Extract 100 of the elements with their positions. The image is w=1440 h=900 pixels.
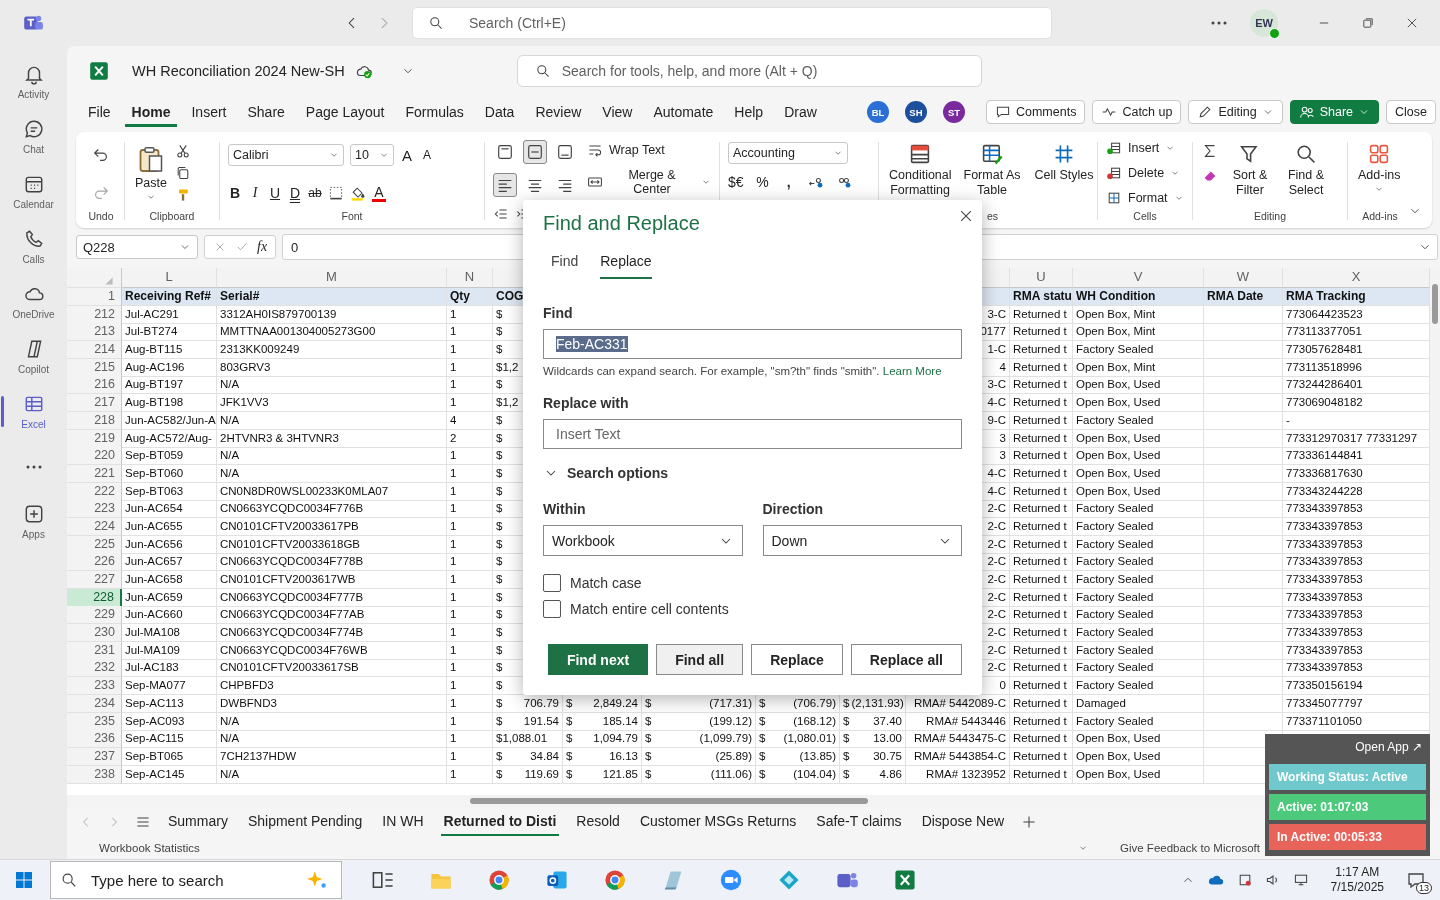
table-cell: $ (104.04) — [756, 765, 840, 784]
column-header: RMA Date — [1204, 288, 1283, 306]
column-header: Serial# — [217, 288, 447, 306]
table-cell: N/A — [217, 730, 447, 749]
table-cell: CN0101CFTV20033618GB — [217, 535, 447, 554]
table-cell: Returned t — [1010, 535, 1073, 554]
table-cell: N/A — [217, 376, 447, 395]
table-cell: $ 30.75 — [840, 747, 906, 766]
table-cell: 803GRV3 — [217, 358, 447, 377]
column-header: RMA Tracking — [1283, 288, 1430, 306]
table-cell: Open Box, Mint — [1073, 323, 1204, 342]
table-cell: $1,088.01 — [493, 730, 563, 749]
status-banner: Working Status: Active — [1269, 764, 1426, 790]
table-cell: $ 191.54 — [493, 712, 563, 731]
table-cell: Factory Sealed — [1073, 571, 1204, 589]
table-cell: 1 — [447, 482, 493, 501]
table-cell: 4 — [447, 411, 493, 430]
table-cell: Returned t — [1010, 429, 1073, 448]
table-cell: Returned t — [1010, 447, 1073, 466]
table-cell: Returned t — [1010, 747, 1073, 766]
column-header: WH Condition — [1073, 288, 1204, 306]
table-cell: Returned t — [1010, 624, 1073, 643]
table-cell: $ 185.14 — [563, 712, 642, 731]
table-cell: 1 — [447, 447, 493, 466]
table-cell: Jul-AC291 — [122, 305, 217, 324]
table-cell: Jul-MA109 — [122, 641, 217, 660]
table-cell: Sep-BT060 — [122, 464, 217, 483]
table-cell: DWBFND3 — [217, 694, 447, 713]
group-label: Editing — [1252, 210, 1288, 224]
column-header: Qty — [447, 288, 493, 306]
column-header: RMA statu — [1010, 288, 1073, 306]
table-cell: Open Box, Used — [1073, 376, 1204, 395]
table-cell: Factory Sealed — [1073, 500, 1204, 519]
table-cell: Aug-BT198 — [122, 394, 217, 413]
table-cell: Returned t — [1010, 659, 1073, 678]
table-cell: 1 — [447, 464, 493, 483]
table-cell: Sep-AC145 — [122, 765, 217, 784]
table-cell: JFK1VV3 — [217, 394, 447, 413]
table-cell: 1 — [447, 694, 493, 713]
table-cell: Aug-BT197 — [122, 376, 217, 395]
table-cell: 2 — [447, 429, 493, 448]
table-cell: Sep-AC093 — [122, 712, 217, 731]
table-cell: Factory Sealed — [1073, 677, 1204, 696]
dialog-title: Find and Replace — [543, 212, 701, 235]
table-cell: 1 — [447, 358, 493, 377]
table-cell: RMA# 5443854-C — [906, 747, 1010, 766]
group-label: Font — [340, 210, 364, 224]
table-cell: Sep-BT063 — [122, 482, 217, 501]
table-cell: Returned t — [1010, 394, 1073, 413]
table-cell: MMTTNAA001304005273G00 — [217, 323, 447, 342]
table-cell: CN0663YCQDC0034F776B — [217, 500, 447, 519]
table-cell: Returned t — [1010, 606, 1073, 625]
table-cell: Returned t — [1010, 305, 1073, 324]
table-cell: $ (25.89) — [642, 747, 756, 766]
table-cell: $ (13.85) — [756, 747, 840, 766]
table-cell: $ 37.40 — [840, 712, 906, 731]
table-cell: N/A — [217, 464, 447, 483]
table-cell: CHPBFD3 — [217, 677, 447, 696]
table-cell: $ 1,094.79 — [563, 730, 642, 749]
table-cell: Factory Sealed — [1073, 606, 1204, 625]
table-cell: $ 121.85 — [563, 765, 642, 784]
table-cell: RMA# 1323952 — [906, 765, 1010, 784]
table-cell: $ (199.12) — [642, 712, 756, 731]
group-label: Undo — [87, 210, 115, 224]
table-cell: 1 — [447, 712, 493, 731]
table-cell: Open Box, Used — [1073, 482, 1204, 501]
table-cell: Aug-AC196 — [122, 358, 217, 377]
table-cell: Returned t — [1010, 464, 1073, 483]
table-cell: CN0663YCQDC0034F76WB — [217, 641, 447, 660]
table-cell: 1 — [447, 730, 493, 749]
table-cell: 1 — [447, 747, 493, 766]
table-cell: $ (1,080.01) — [756, 730, 840, 749]
table-cell: Returned t — [1010, 553, 1073, 572]
table-cell: Open Box, Used — [1073, 730, 1204, 749]
table-cell: Returned t — [1010, 341, 1073, 360]
table-cell: 1 — [447, 535, 493, 554]
table-cell: $ (168.12) — [756, 712, 840, 731]
group-label: es — [987, 210, 999, 222]
table-cell: Jun-AC656 — [122, 535, 217, 554]
table-cell: Open Box, Used — [1073, 747, 1204, 766]
table-cell: Aug-AC572/Aug- — [122, 429, 217, 448]
table-cell: 1 — [447, 571, 493, 589]
table-cell: Jun-AC660 — [122, 606, 217, 625]
table-cell: Factory Sealed — [1073, 588, 1204, 607]
table-cell: Sep-AC115 — [122, 730, 217, 749]
table-cell: 1 — [447, 624, 493, 643]
table-cell: CN0663YCQDC0034F777B — [217, 588, 447, 607]
table-cell: Returned t — [1010, 376, 1073, 395]
table-cell: Returned t — [1010, 588, 1073, 607]
table-cell: Returned t — [1010, 571, 1073, 589]
table-cell: Jun-AC659 — [122, 588, 217, 607]
table-cell: Aug-BT115 — [122, 341, 217, 360]
table-cell: 2313KK009249 — [217, 341, 447, 360]
group-label: Add-ins — [1361, 210, 1399, 224]
table-cell: Returned t — [1010, 517, 1073, 536]
table-cell: Factory Sealed — [1073, 553, 1204, 572]
table-cell: Factory Sealed — [1073, 517, 1204, 536]
table-cell: $ 119.69 — [493, 765, 563, 784]
table-cell: 1 — [447, 606, 493, 625]
table-cell: Factory Sealed — [1073, 624, 1204, 643]
